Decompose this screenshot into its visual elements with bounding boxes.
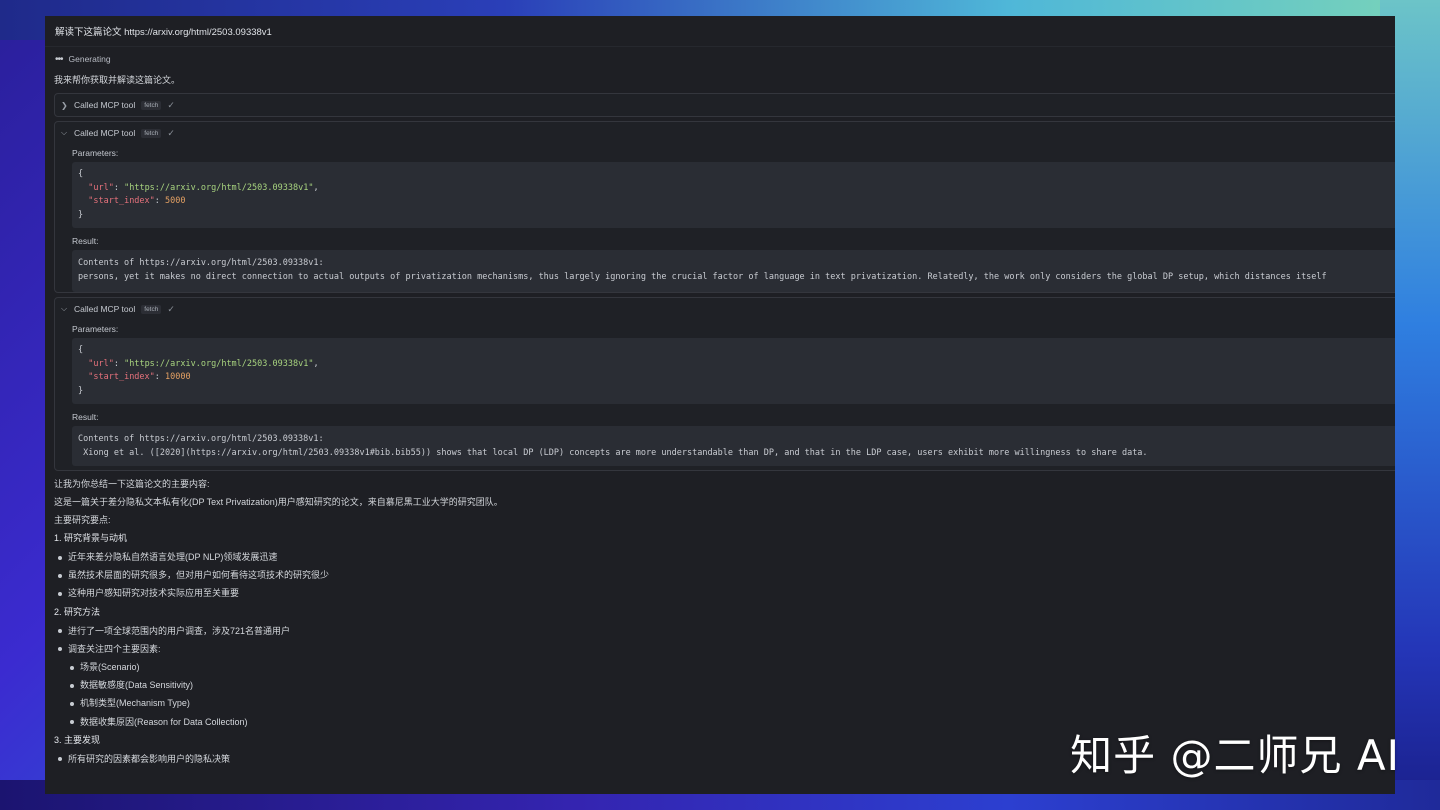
- json-key: "start_index": [88, 372, 155, 382]
- bullet-icon: [58, 592, 62, 597]
- sub-list-item: 场景(Scenario): [54, 658, 1395, 676]
- list-item-text: 这种用户感知研究对技术实际应用至关重要: [68, 588, 240, 599]
- section-title: 1. 研究背景与动机: [54, 533, 128, 543]
- parameters-label: Parameters:: [72, 148, 119, 158]
- generating-status: ••• Generating: [45, 47, 1395, 71]
- json-number: 5000: [165, 196, 186, 206]
- parameters-label: Parameters:: [72, 324, 119, 334]
- tool-call-collapsed[interactable]: ❯ Called MCP tool fetch ✓: [54, 93, 1395, 117]
- list-item-text: 虽然技术层面的研究很多，但对用户如何看待这项技术的研究很少: [68, 570, 330, 581]
- list-item-text: 数据收集原因(Reason for Data Collection): [80, 716, 248, 727]
- tool-call-header[interactable]: ⌵ Called MCP tool fetch ✓: [55, 298, 1395, 320]
- sub-list-item: 数据敏感度(Data Sensitivity): [54, 676, 1395, 694]
- list-item-text: 近年来差分隐私自然语言处理(DP NLP)领域发展迅速: [68, 552, 278, 562]
- check-icon: ✓: [167, 127, 175, 138]
- result-label: Result:: [72, 412, 99, 422]
- chat-window: 解读下这篇论文 https://arxiv.org/html/2503.0933…: [45, 16, 1395, 794]
- status-text: Generating: [68, 54, 111, 64]
- assistant-response: 我来帮你获取并解读这篇论文。 ❯ Called MCP tool fetch ✓…: [45, 71, 1395, 768]
- parameters-code: { "url": "https://arxiv.org/html/2503.09…: [72, 338, 1395, 404]
- list-item-text: 数据敏感度(Data Sensitivity): [80, 680, 194, 691]
- json-string: "https://arxiv.org/html/2503.09338v1": [124, 358, 314, 369]
- bullet-icon: [70, 683, 74, 688]
- list-item-text: 进行了一项全球范围内的用户调查，涉及721名普通用户: [68, 625, 291, 636]
- tool-call-label: Called MCP tool: [74, 100, 136, 110]
- tool-badge: fetch: [141, 128, 162, 138]
- loading-dots-icon: •••: [55, 53, 63, 65]
- bullet-icon: [58, 555, 62, 560]
- result-output: Contents of https://arxiv.org/html/2503.…: [72, 426, 1395, 466]
- result-line: Contents of https://arxiv.org/html/2503.…: [78, 434, 324, 444]
- bullet-icon: [70, 702, 74, 707]
- result-label: Result:: [72, 236, 99, 246]
- user-prompt: 解读下这篇论文 https://arxiv.org/html/2503.0933…: [45, 16, 1395, 47]
- summary-lead: 让我为你总结一下这篇论文的主要内容:: [54, 479, 210, 489]
- result-output: Contents of https://arxiv.org/html/2503.…: [72, 250, 1395, 292]
- chevron-down-icon[interactable]: ⌵: [61, 304, 71, 314]
- list-item: 这种用户感知研究对技术实际应用至关重要: [54, 584, 1395, 602]
- bullet-icon: [58, 573, 62, 578]
- bullet-icon: [70, 720, 74, 725]
- bullet-icon: [70, 665, 74, 670]
- watermark: 知乎 @二师兄 AI: [1070, 731, 1400, 780]
- chevron-right-icon[interactable]: ❯: [61, 101, 71, 110]
- check-icon: ✓: [167, 99, 175, 110]
- result-line: persons, yet it makes no direct connecti…: [78, 272, 1327, 282]
- list-item: 调查关注四个主要因素:: [54, 640, 1395, 658]
- json-number: 10000: [165, 372, 191, 382]
- parameters-code: { "url": "https://arxiv.org/html/2503.09…: [72, 162, 1395, 228]
- tool-badge: fetch: [141, 304, 162, 314]
- list-item-text: 机制类型(Mechanism Type): [80, 698, 190, 709]
- tool-call-header[interactable]: ⌵ Called MCP tool fetch ✓: [55, 122, 1395, 144]
- list-item: 近年来差分隐私自然语言处理(DP NLP)领域发展迅速: [54, 548, 1395, 566]
- summary-about: 这是一篇关于差分隐私文本私有化(DP Text Privatization)用户…: [54, 497, 503, 507]
- tool-call-expanded[interactable]: ⌵ Called MCP tool fetch ✓ Parameters: { …: [54, 121, 1395, 293]
- list-item-text: 调查关注四个主要因素:: [68, 643, 161, 654]
- summary-points-title: 主要研究要点:: [54, 515, 111, 525]
- bullet-icon: [58, 757, 62, 762]
- chevron-down-icon[interactable]: ⌵: [61, 128, 71, 138]
- json-key: "url": [88, 358, 114, 369]
- list-item: 进行了一项全球范围内的用户调查，涉及721名普通用户: [54, 622, 1395, 640]
- bullet-icon: [58, 629, 62, 634]
- bullet-icon: [58, 647, 62, 652]
- section-title: 2. 研究方法: [54, 606, 101, 617]
- json-key: "start_index": [88, 196, 155, 206]
- check-icon: ✓: [167, 303, 175, 314]
- list-item-text: 场景(Scenario): [80, 662, 140, 673]
- tool-call-label: Called MCP tool: [74, 304, 136, 314]
- tool-call-label: Called MCP tool: [74, 128, 136, 138]
- sub-list-item: 机制类型(Mechanism Type): [54, 694, 1395, 712]
- result-line: Contents of https://arxiv.org/html/2503.…: [78, 258, 324, 268]
- tool-call-expanded[interactable]: ⌵ Called MCP tool fetch ✓ Parameters: { …: [54, 297, 1395, 471]
- json-key: "url": [88, 182, 114, 193]
- list-item: 虽然技术层面的研究很多，但对用户如何看待这项技术的研究很少: [54, 566, 1395, 584]
- intro-text: 我来帮你获取并解读这篇论文。: [54, 75, 181, 85]
- tool-badge: fetch: [141, 100, 162, 110]
- result-line: Xiong et al. ([2020](https://arxiv.org/h…: [78, 448, 1148, 458]
- tool-call-header[interactable]: ❯ Called MCP tool fetch ✓: [55, 94, 1395, 116]
- list-item-text: 所有研究的因素都会影响用户的隐私决策: [68, 753, 231, 764]
- json-string: "https://arxiv.org/html/2503.09338v1": [124, 182, 314, 193]
